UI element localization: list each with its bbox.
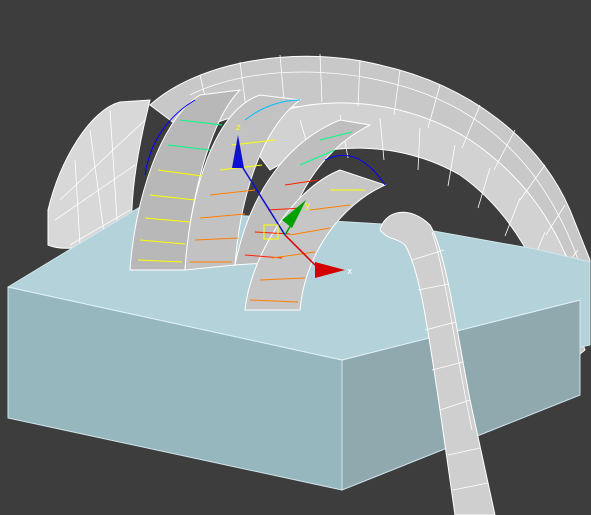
x-axis-label: x: [347, 267, 353, 277]
viewport-scene[interactable]: z x y: [0, 0, 591, 515]
z-axis-label: z: [236, 123, 241, 133]
perspective-viewport[interactable]: z x y: [0, 0, 591, 515]
y-axis-label: y: [305, 201, 311, 211]
